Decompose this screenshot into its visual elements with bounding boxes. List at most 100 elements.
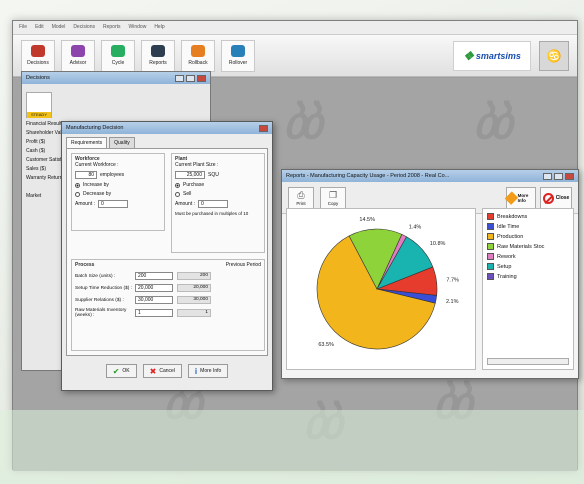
pie-label: 10.8% xyxy=(430,241,446,247)
plant-unit: SQU xyxy=(208,172,219,178)
decrease-option[interactable]: Decrease by xyxy=(75,191,161,197)
check-icon: ✔ xyxy=(112,366,120,376)
report-close-label: Close xyxy=(555,195,570,201)
maximize-icon[interactable] xyxy=(186,74,195,82)
tab-quality[interactable]: Quality xyxy=(109,137,135,148)
purchase-radio[interactable] xyxy=(175,182,180,188)
pie-label: 63.5% xyxy=(318,342,334,348)
minimize-icon[interactable] xyxy=(175,74,184,82)
ok-label: OK xyxy=(122,368,130,374)
legend-swatch xyxy=(487,243,494,250)
close-icon[interactable] xyxy=(565,172,574,180)
pie-label: 2.1% xyxy=(446,299,459,305)
mfg-title: Manufacturing Decision xyxy=(66,125,124,131)
decrease-label: Decrease by xyxy=(83,191,112,197)
table-row: Setup Time Reduction ($) : 20,000 20,000 xyxy=(75,284,261,292)
menu-window[interactable]: Window xyxy=(129,24,147,31)
ok-button[interactable]: ✔ OK xyxy=(105,364,137,378)
sell-label: Sell xyxy=(183,191,192,197)
mfg-tabs: Requirements Quality xyxy=(62,134,272,148)
menu-reports[interactable]: Reports xyxy=(103,24,121,31)
plant-note: Must be purchased in multiples of 10 xyxy=(175,211,249,216)
menu-decisions[interactable]: Decisions xyxy=(73,24,95,31)
menu-file[interactable]: File xyxy=(19,24,27,31)
page-band xyxy=(0,410,584,484)
window-controls xyxy=(175,74,206,82)
chart-legend: Breakdowns Idle Time Production Raw Materia… xyxy=(482,208,574,370)
rollback-label: Rollback xyxy=(188,60,208,66)
report-close-button[interactable]: Close xyxy=(540,187,572,209)
sell-radio[interactable] xyxy=(175,191,180,197)
setup-time-input[interactable]: 20,000 xyxy=(135,284,173,292)
raw-materials-input[interactable]: 1 xyxy=(135,309,173,317)
legend-item: Idle Time xyxy=(487,223,569,230)
supplier-relations-input[interactable]: 30,000 xyxy=(135,296,173,304)
reports-window: Reports - Manufacturing Capacity Usage -… xyxy=(281,169,579,379)
cancel-button[interactable]: ✖ Cancel xyxy=(142,364,182,378)
pie-label: 14.5% xyxy=(359,217,375,223)
tab-requirements[interactable]: Requirements xyxy=(66,137,108,148)
mfg-title-bar[interactable]: Manufacturing Decision xyxy=(62,122,272,134)
process-label: Process xyxy=(75,262,95,268)
purchase-option[interactable]: Purchase xyxy=(175,182,261,188)
maximize-icon[interactable] xyxy=(554,172,563,180)
advisor-button[interactable]: Advisor xyxy=(61,39,95,72)
more-info-button[interactable]: i More Info xyxy=(187,364,229,378)
legend-item: Breakdowns xyxy=(487,213,569,220)
table-row: Raw Materials Inventory (weeks) : 1 1 xyxy=(75,308,261,318)
workforce-amount-input[interactable]: 0 xyxy=(98,200,129,208)
increase-label: Increase by xyxy=(83,182,109,188)
close-icon[interactable] xyxy=(197,74,206,82)
cross-icon: ✖ xyxy=(149,366,157,376)
menu-model[interactable]: Model xyxy=(52,24,66,31)
menu-edit[interactable]: Edit xyxy=(35,24,44,31)
decisions-label: Decisions xyxy=(27,60,49,66)
raw-materials-previous: 1 xyxy=(177,309,211,317)
workforce-unit: employees xyxy=(100,172,125,178)
previous-period-header: Previous Period xyxy=(225,262,261,268)
reports-button[interactable]: Reports xyxy=(141,39,175,72)
legend-scrollbar[interactable] xyxy=(487,358,569,365)
copy-button[interactable]: ❐ Copy xyxy=(320,186,346,209)
plant-amount-label: Amount : xyxy=(175,201,196,207)
rollover-button[interactable]: Rollover xyxy=(221,39,255,72)
plant-amount-row: Amount : 0 xyxy=(175,200,261,208)
raw-materials-label: Raw Materials Inventory (weeks) : xyxy=(75,308,127,318)
setup-time-previous: 20,000 xyxy=(177,284,211,292)
logo-text: smartsims xyxy=(475,51,521,61)
legend-item: Production xyxy=(487,233,569,240)
amount-label: Amount : xyxy=(75,201,96,207)
logo-mark-icon: ❖ xyxy=(463,49,474,63)
decrease-radio[interactable] xyxy=(75,191,80,197)
plant-amount-input[interactable]: 0 xyxy=(198,200,229,208)
rollback-button[interactable]: Rollback xyxy=(181,39,215,72)
pie-chart-area: 7.7% 2.1% 63.5% 14.5% 1.4% 10.8% xyxy=(286,208,476,370)
legend-item: Training xyxy=(487,273,569,280)
sell-option[interactable]: Sell xyxy=(175,191,261,197)
batch-size-input[interactable]: 200 xyxy=(135,272,173,280)
status-badge: STEADY xyxy=(27,112,51,118)
print-button[interactable]: ⎙ Print xyxy=(288,186,314,209)
menu-help[interactable]: Help xyxy=(154,24,164,31)
increase-radio[interactable] xyxy=(75,182,80,188)
info-icon: i xyxy=(194,366,198,376)
bike-button[interactable]: ♋ xyxy=(539,41,569,71)
current-plant-label: Current Plant Size : xyxy=(175,162,219,168)
legend-swatch xyxy=(487,273,494,280)
close-icon[interactable] xyxy=(259,124,268,132)
minimize-icon[interactable] xyxy=(543,172,552,180)
legend-swatch xyxy=(487,263,494,270)
cycle-label: Cycle xyxy=(111,60,125,66)
cycle-button[interactable]: Cycle xyxy=(101,39,135,72)
decisions-button[interactable]: Decisions xyxy=(21,39,55,72)
increase-option[interactable]: Increase by xyxy=(75,182,161,188)
legend-label: Production xyxy=(497,233,524,240)
legend-item: Rework xyxy=(487,253,569,260)
report-more-info-button[interactable]: More Info xyxy=(504,187,536,209)
smartsims-logo: ❖ smartsims xyxy=(453,41,531,71)
reports-label: Reports xyxy=(149,60,167,66)
workforce-amount-row: Amount : 0 xyxy=(75,200,161,208)
decisions-title-bar[interactable]: Decisions xyxy=(22,72,210,84)
decisions-icon xyxy=(31,45,45,57)
reports-title-bar[interactable]: Reports - Manufacturing Capacity Usage -… xyxy=(282,170,578,182)
